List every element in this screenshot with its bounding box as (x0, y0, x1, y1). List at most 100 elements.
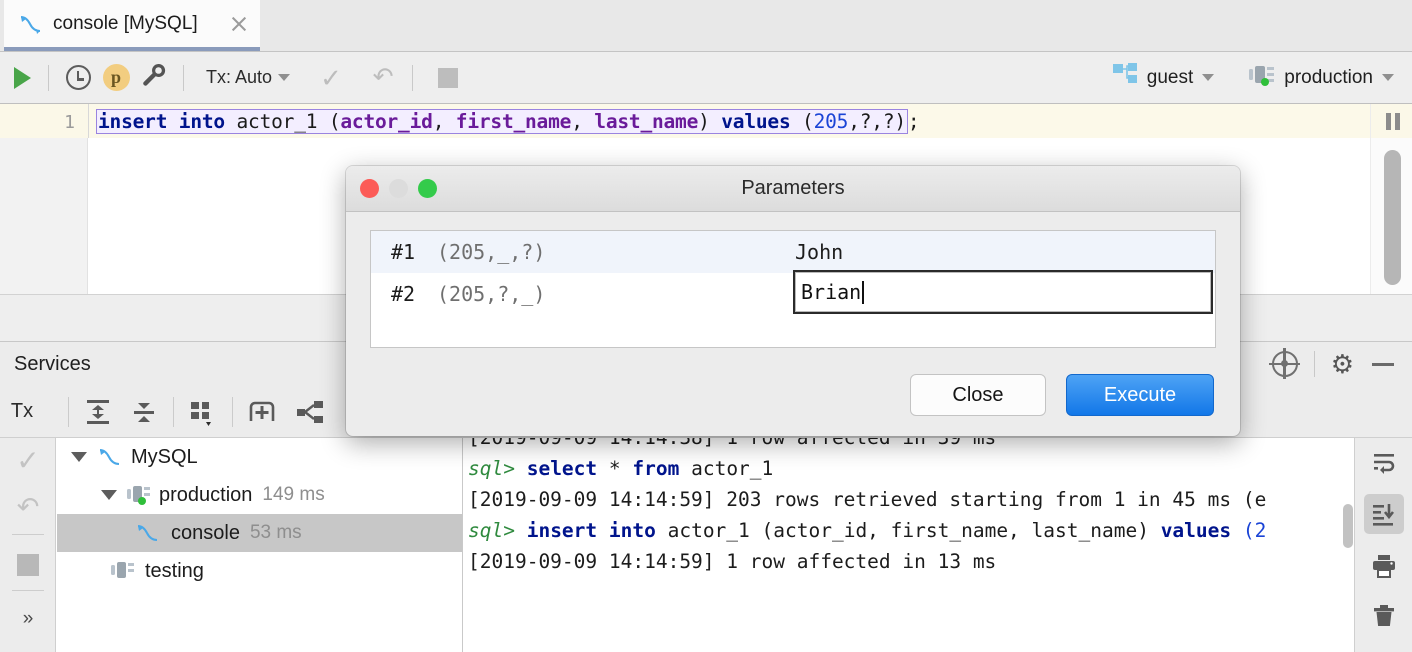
editor-gutter: 1 (0, 104, 88, 294)
group-by-icon[interactable] (186, 395, 220, 429)
chevron-down-icon[interactable] (71, 452, 87, 462)
target-locate-icon[interactable] (1272, 351, 1298, 377)
run-button[interactable] (0, 59, 38, 97)
toolbar-divider (412, 65, 413, 91)
sql-keyword: insert into (515, 519, 656, 542)
toolbar-right-group: guest production (1109, 59, 1412, 97)
scroll-to-end-icon[interactable] (1364, 494, 1404, 534)
tree-item-testing[interactable]: testing (57, 552, 462, 590)
parameter-value[interactable]: John (795, 240, 843, 264)
divider (68, 397, 69, 427)
gear-icon[interactable]: ⚙ (1331, 351, 1354, 377)
expand-toolbar-icon[interactable]: » (0, 596, 56, 642)
tree-item-console[interactable]: console 53 ms (57, 514, 462, 552)
parameters-table[interactable]: #1 (205,_,?) John #2 (205,?,_) Brian (370, 230, 1216, 348)
console-output[interactable]: [2019-09-09 14:14:38] 1 row affected in … (464, 438, 1364, 652)
commit-checkmark-icon[interactable]: ✓ (0, 438, 56, 484)
database-selector[interactable]: production (1244, 59, 1398, 97)
parameters-button[interactable]: p (97, 59, 135, 97)
commit-button[interactable]: ✓ (312, 59, 350, 97)
dialog-title-bar[interactable]: Parameters (346, 166, 1240, 212)
divider (12, 534, 44, 535)
editor-scrollbar[interactable] (1370, 104, 1412, 294)
rollback-button[interactable]: ↶ (364, 59, 402, 97)
sql-placeholders: ,?,?) (848, 110, 906, 133)
log-line: [2019-09-09 14:14:59] 1 row affected in … (464, 546, 1364, 577)
editor-scrollbar-thumb[interactable] (1384, 150, 1401, 285)
sql-keyword: values (1161, 519, 1231, 542)
text-caret (862, 281, 864, 304)
database-icon (111, 560, 137, 582)
sql-text: * (597, 457, 632, 480)
expand-all-icon[interactable] (81, 395, 115, 429)
mysql-dolphin-icon (97, 445, 123, 469)
parameter-signature: (205,_,?) (437, 240, 545, 264)
tx-mode-dropdown[interactable]: Tx: Auto (194, 59, 296, 97)
dialog-title: Parameters (346, 177, 1240, 200)
divider (1314, 351, 1315, 377)
history-button[interactable] (59, 59, 97, 97)
sql-column: actor_id (340, 110, 432, 133)
chevron-down-icon (1382, 74, 1394, 81)
tab-label: console [MySQL] (53, 13, 198, 35)
schema-icon (1113, 63, 1139, 92)
parameter-input-text: Brian (801, 280, 861, 304)
database-label: production (1284, 67, 1373, 89)
dialog-buttons: Close Execute (910, 374, 1214, 416)
tree-item-production[interactable]: production 149 ms (57, 476, 462, 514)
sql-number: (2 (1231, 519, 1266, 542)
tab-console-mysql[interactable]: console [MySQL] (4, 0, 260, 51)
mysql-dolphin-icon (135, 521, 161, 545)
sql-semicolon: ; (908, 110, 920, 133)
tree-item-mysql[interactable]: MySQL (57, 438, 462, 476)
chevron-down-icon[interactable] (101, 490, 117, 500)
sql-prompt: sql> (468, 519, 515, 542)
tx-dropdown-button[interactable]: Tx (0, 400, 56, 423)
schema-selector[interactable]: guest (1109, 59, 1218, 97)
expand-toolbar-label: » (23, 608, 34, 630)
p-badge-icon: p (103, 64, 130, 91)
sql-column: first_name (456, 110, 571, 133)
print-icon[interactable] (1364, 546, 1404, 586)
editor-current-line[interactable]: insert into actor_1 (actor_id, first_nam… (89, 104, 1370, 138)
checkmark-icon: ✓ (320, 65, 342, 91)
sql-keyword: from (632, 457, 679, 480)
sql-text: , (433, 110, 456, 133)
tree-item-label: testing (145, 560, 204, 583)
stop-square-icon (438, 68, 458, 88)
toolbar-divider (48, 65, 49, 91)
stop-icon[interactable] (0, 542, 56, 588)
mysql-dolphin-icon (18, 11, 44, 37)
sql-statement: insert into actor_1 (actor_id, first_nam… (89, 110, 919, 133)
tree-item-label: production (159, 484, 252, 507)
divider (12, 590, 44, 591)
close-button[interactable]: Close (910, 374, 1046, 416)
settings-button[interactable] (135, 59, 173, 97)
soft-wrap-icon[interactable] (1364, 444, 1404, 484)
services-tree[interactable]: MySQL production 149 ms (57, 438, 463, 652)
minimize-icon[interactable] (1372, 363, 1394, 366)
parameter-row[interactable]: #1 (205,_,?) John (371, 231, 1215, 273)
collapse-all-icon[interactable] (127, 395, 161, 429)
schema-label: guest (1147, 67, 1193, 89)
parameter-value-input[interactable]: Brian (793, 270, 1213, 314)
trash-icon[interactable] (1364, 596, 1404, 636)
wrench-icon (141, 62, 167, 93)
execute-button[interactable]: Execute (1066, 374, 1214, 416)
share-icon[interactable] (293, 395, 327, 429)
log-line: sql> insert into actor_1 (actor_id, firs… (464, 515, 1364, 546)
zoom-window-button[interactable] (418, 179, 437, 198)
stop-button[interactable] (429, 59, 467, 97)
console-toolbar: p Tx: Auto ✓ ↶ guest (0, 52, 1412, 104)
add-tab-icon[interactable] (245, 395, 279, 429)
console-scrollbar-thumb[interactable] (1343, 504, 1353, 548)
parameter-row[interactable]: #2 (205,?,_) Brian (371, 273, 1215, 315)
close-icon[interactable] (228, 13, 250, 35)
sql-text: ( (791, 110, 814, 133)
console-output-toolbar (1354, 438, 1412, 652)
rollback-icon[interactable]: ↶ (0, 484, 56, 530)
sql-text: , (571, 110, 594, 133)
close-window-button[interactable] (360, 179, 379, 198)
sql-keyword: select (515, 457, 597, 480)
minimize-window-button[interactable] (389, 179, 408, 198)
